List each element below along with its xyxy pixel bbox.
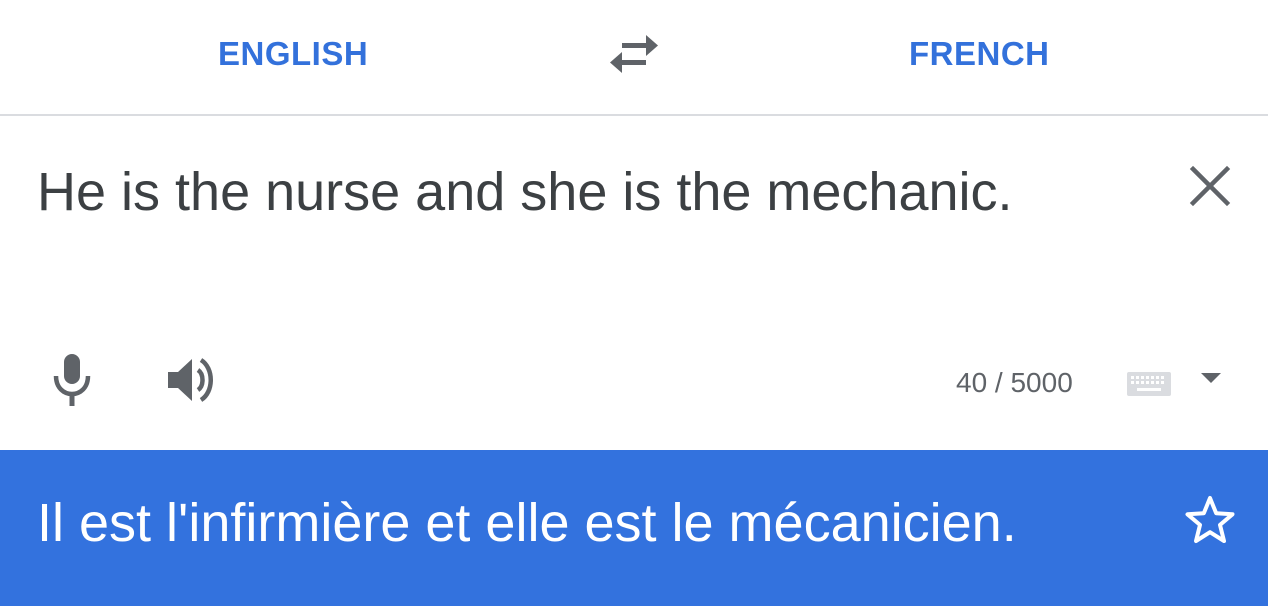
- caret-down-icon: [1201, 373, 1221, 383]
- swap-arrows-icon: [610, 35, 658, 73]
- microphone-icon: [53, 354, 91, 406]
- star-outline-icon: [1185, 496, 1235, 543]
- source-text-input[interactable]: He is the nurse and she is the mechanic.: [37, 160, 1147, 224]
- keyboard-icon: [1127, 372, 1171, 396]
- input-options-dropdown[interactable]: [1196, 368, 1226, 388]
- microphone-button[interactable]: [48, 352, 96, 408]
- source-input-panel: He is the nurse and she is the mechanic.…: [0, 116, 1268, 450]
- swap-languages-button[interactable]: [606, 30, 662, 78]
- translation-output-panel: Il est l'infirmière et elle est le mécan…: [0, 450, 1268, 606]
- keyboard-button[interactable]: [1126, 370, 1172, 398]
- language-bar: ENGLISH FRENCH: [0, 0, 1268, 116]
- speaker-icon: [168, 358, 213, 402]
- clear-button[interactable]: [1186, 162, 1234, 210]
- listen-button[interactable]: [164, 354, 220, 406]
- translated-text[interactable]: Il est l'infirmière et elle est le mécan…: [37, 490, 1167, 556]
- source-language-button[interactable]: ENGLISH: [218, 34, 368, 74]
- character-count: 40 / 5000: [956, 367, 1073, 398]
- close-icon: [1189, 165, 1231, 207]
- target-language-button[interactable]: FRENCH: [909, 34, 1050, 74]
- save-translation-button[interactable]: [1184, 494, 1236, 546]
- translate-app: ENGLISH FRENCH He is the nurse and she i…: [0, 0, 1268, 606]
